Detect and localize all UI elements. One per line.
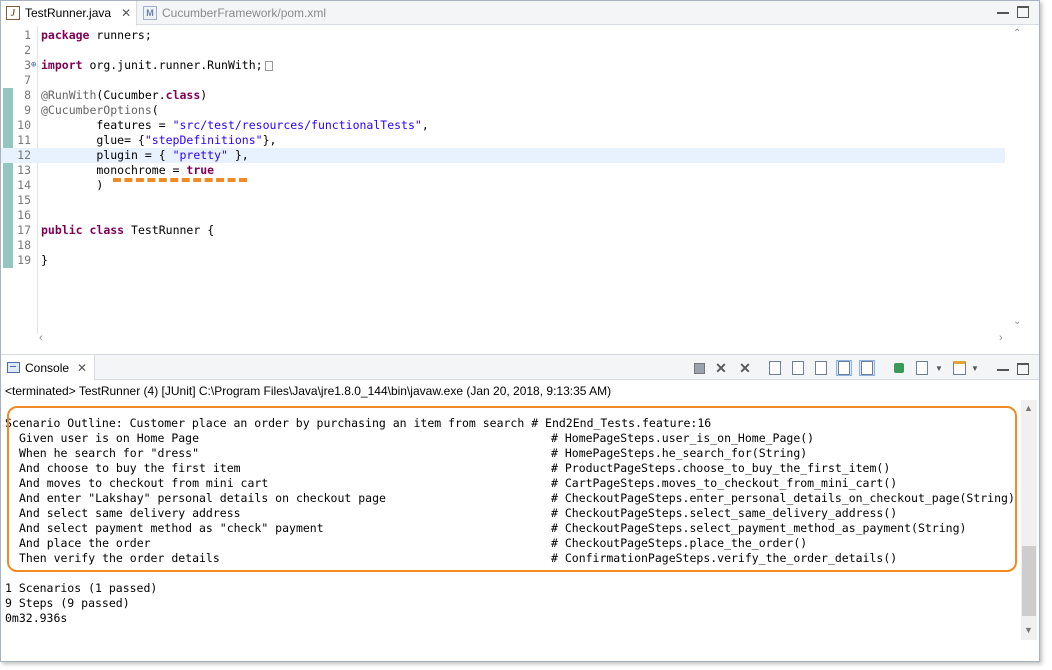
remove-launch-icon[interactable]: ✕ [713,360,729,376]
line-number: 8 [24,88,31,102]
console-output[interactable]: Scenario Outline: Customer place an orde… [1,400,1019,640]
code-line[interactable]: 7 [1,73,1005,88]
summary-steps: 9 Steps (9 passed) [5,596,130,610]
summary-scenarios: 1 Scenarios (1 passed) [5,581,158,595]
minimize-icon[interactable] [997,363,1009,371]
editor-tab-bar: J TestRunner.java ✕ M CucumberFramework/… [1,1,1039,26]
code-line[interactable]: 10 features = "src/test/resources/functi… [1,118,1005,133]
editor-horizontal-scrollbar[interactable]: ‹ › [37,332,1011,346]
scroll-down-icon[interactable]: ▼ [1024,625,1033,635]
summary-duration: 0m32.936s [5,611,68,625]
tab-testrunner-java[interactable]: J TestRunner.java ✕ [1,1,137,26]
code-text: @CucumberOptions( [41,103,159,117]
console-tab-bar: Console ✕ ✕ ✕ ▼ ▼ [1,354,1039,380]
code-line[interactable]: 8 @RunWith(Cucumber.class) [1,88,1005,103]
maximize-icon[interactable] [1017,363,1029,375]
tab-label: TestRunner.java [25,6,112,20]
remove-all-terminated-icon[interactable]: ✕ [737,360,753,376]
console-tab-label: Console [25,360,70,375]
close-icon[interactable]: ✕ [121,6,131,20]
pin-console-icon[interactable] [891,360,907,376]
scrollbar-thumb[interactable] [1022,546,1036,616]
scroll-up-icon[interactable]: ⌃ [1013,28,1021,39]
terminate-icon[interactable] [691,360,707,376]
warning-underline [113,178,247,182]
code-text: glue= {"stepDefinitions"}, [41,133,277,147]
code-line[interactable]: 17 public class TestRunner { [1,223,1005,238]
code-line[interactable]: 1 package runners; [1,28,1005,43]
code-text: monochrome = true [41,163,215,177]
line-number: 7 [24,73,31,87]
line-number: 18 [17,238,31,252]
tab-label: CucumberFramework/pom.xml [162,6,327,20]
line-number: 17 [17,223,31,237]
xml-file-icon: M [143,6,157,20]
highlight-annotation [7,406,1017,572]
code-line[interactable]: 19} [1,253,1005,268]
line-number: 1 [24,28,31,42]
show-on-stdout-icon[interactable] [836,360,852,376]
code-line[interactable]: 13 monochrome = true [1,163,1005,178]
code-text: plugin = { "pretty" }, [41,148,249,162]
line-number: 11 [17,133,31,147]
code-line[interactable]: 9 @CucumberOptions( [1,103,1005,118]
code-line[interactable]: 16 [1,208,1005,223]
maximize-icon[interactable] [1017,6,1029,18]
code-text: import org.junit.runner.RunWith; [41,58,273,73]
code-line[interactable]: 11 glue= {"stepDefinitions"}, [1,133,1005,148]
line-number: 3 [24,58,31,72]
tab-console[interactable]: Console ✕ [1,355,95,380]
scroll-up-icon[interactable]: ▲ [1024,403,1033,413]
line-number: 19 [17,253,31,267]
line-number: 16 [17,208,31,222]
code-text: features = "src/test/resources/functiona… [41,118,429,132]
clear-console-icon[interactable] [767,360,783,376]
tab-pom-xml[interactable]: M CucumberFramework/pom.xml [138,1,358,25]
scroll-left-icon[interactable]: ‹ [39,332,43,344]
minimize-icon[interactable] [997,6,1009,14]
line-number: 9 [24,103,31,117]
line-number: 12 [17,148,31,162]
console-vertical-scrollbar[interactable]: ▲ ▼ [1021,400,1037,640]
line-number: 10 [17,118,31,132]
eclipse-window: J TestRunner.java ✕ M CucumberFramework/… [0,0,1040,662]
code-editor[interactable]: 1 package runners; 2 3 ⊕ import org.junit.run… [1,26,1039,348]
chevron-down-icon[interactable]: ▼ [971,360,979,376]
open-console-icon[interactable] [951,360,967,376]
code-line[interactable]: 12 plugin = { "pretty" }, [1,148,1005,163]
java-file-icon: J [6,6,20,20]
expand-fold-icon[interactable]: ⊕ [31,58,36,73]
editor-vertical-scrollbar[interactable]: ⌃ ⌄ [1011,26,1025,332]
code-line[interactable]: 3 ⊕ import org.junit.runner.RunWith; [1,58,1005,73]
line-number: 15 [17,193,31,207]
scroll-down-icon[interactable]: ⌄ [1013,316,1021,327]
chevron-down-icon[interactable]: ▼ [935,360,943,376]
code-text: } [41,253,48,267]
scroll-lock-icon[interactable] [790,360,806,376]
line-number: 13 [17,163,31,177]
code-text: public class TestRunner { [41,223,215,237]
show-on-stderr-icon[interactable] [859,360,875,376]
line-number: 14 [17,178,31,192]
close-icon[interactable]: ✕ [77,361,87,375]
word-wrap-icon[interactable] [813,360,829,376]
console-icon [7,362,20,373]
scroll-right-icon[interactable]: › [999,332,1003,344]
code-line[interactable]: 15 [1,193,1005,208]
line-number: 2 [24,43,31,57]
code-line[interactable]: 18 [1,238,1005,253]
code-line[interactable]: 2 [1,43,1005,58]
code-text: @RunWith(Cucumber.class) [41,88,208,102]
code-text: package runners; [41,28,152,42]
console-status-line: <terminated> TestRunner (4) [JUnit] C:\P… [5,384,612,398]
display-selected-console-icon[interactable] [914,360,930,376]
code-text: ) [41,178,104,192]
